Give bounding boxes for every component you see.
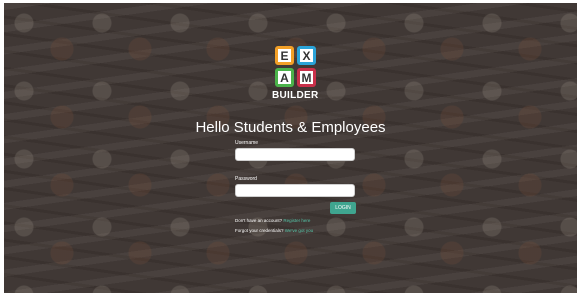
login-form: Username Password: [235, 140, 356, 197]
logo-tile-m: M: [297, 68, 316, 87]
login-button[interactable]: LOGIN: [330, 202, 356, 214]
help-links: Don't have an account? Register here For…: [235, 217, 313, 235]
username-input[interactable]: [235, 148, 355, 161]
forgot-row: Forgot your credentials? We've got you: [235, 227, 313, 235]
background-illustration: E X A M BUILDER Hello Students & Employe…: [4, 3, 577, 293]
password-input[interactable]: [235, 184, 355, 197]
username-label: Username: [235, 140, 259, 146]
logo-tile-a: A: [275, 68, 294, 87]
forgot-credentials-text: Forgot your credentials?: [235, 228, 284, 233]
page-title: Hello Students & Employees: [195, 119, 386, 136]
exam-builder-logo: E X A M BUILDER: [272, 46, 319, 101]
forgot-credentials-link[interactable]: We've got you: [285, 228, 313, 233]
register-row: Don't have an account? Register here: [235, 217, 313, 225]
no-account-text: Don't have an account?: [235, 218, 283, 223]
register-link[interactable]: Register here: [283, 218, 310, 223]
password-label: Password: [235, 176, 257, 182]
logo-tile-e: E: [275, 46, 294, 65]
logo-tile-x: X: [297, 46, 316, 65]
logo-tiles: E X A M: [275, 46, 317, 87]
logo-wordmark: BUILDER: [272, 90, 319, 101]
